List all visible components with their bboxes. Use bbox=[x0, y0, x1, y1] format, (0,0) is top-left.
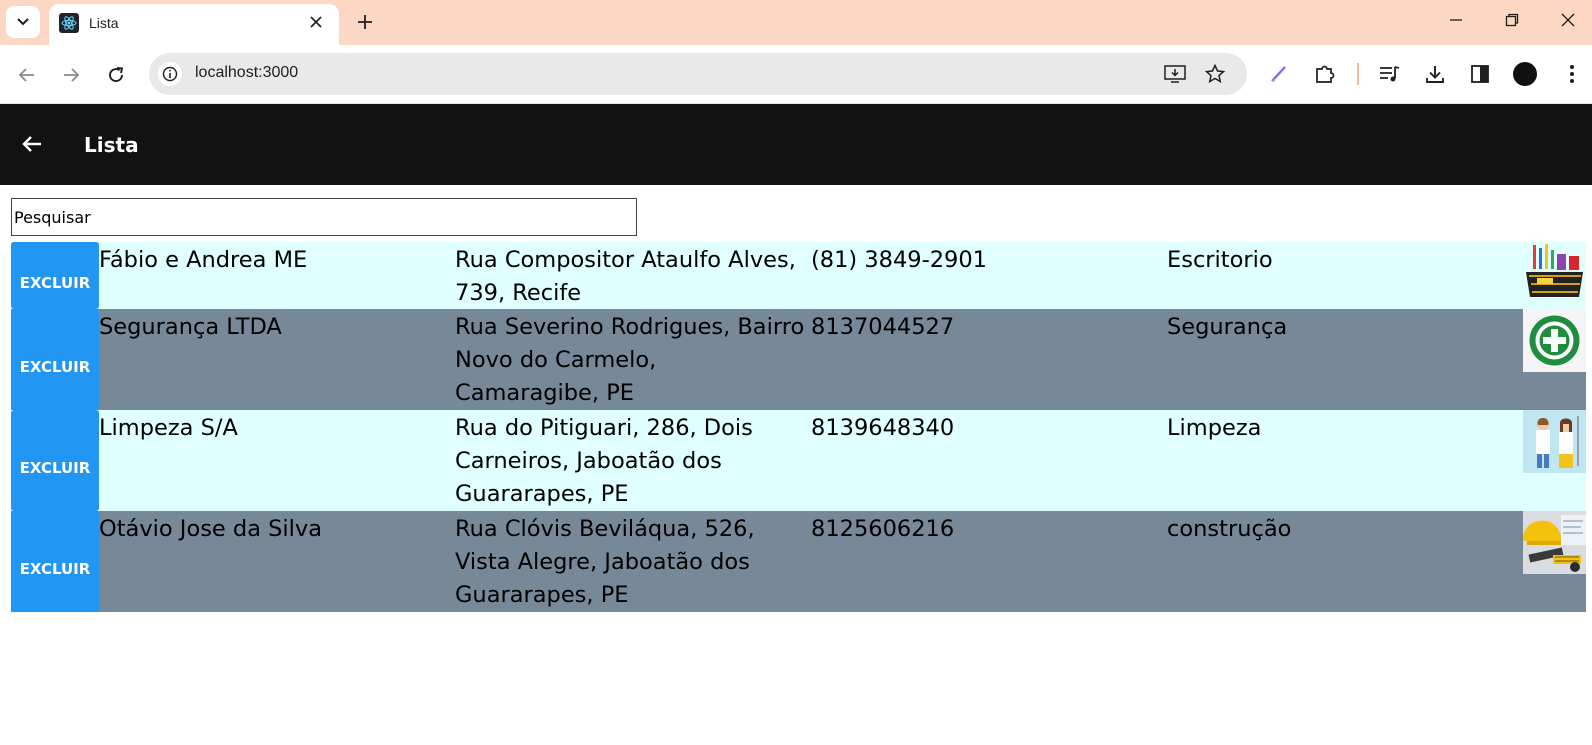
app-header: Lista bbox=[0, 104, 1592, 185]
forward-icon[interactable] bbox=[55, 59, 87, 91]
office-supplies-thumbnail bbox=[1523, 242, 1586, 305]
browser-toolbar: localhost:3000 bbox=[0, 45, 1592, 104]
tab-title: Lista bbox=[89, 15, 119, 31]
construction-tools-thumbnail bbox=[1523, 511, 1586, 574]
company-address: Rua Severino Rodrigues, Bairro Novo do C… bbox=[455, 314, 805, 406]
browser-tabstrip: Lista bbox=[0, 0, 1592, 45]
extensions-icon[interactable] bbox=[1311, 60, 1339, 88]
company-address: Rua do Pitiguari, 286, Dois Carneiros, J… bbox=[455, 415, 753, 507]
delete-button[interactable]: EXCLUIR bbox=[11, 410, 99, 511]
install-app-icon[interactable] bbox=[1163, 62, 1187, 86]
close-window-icon[interactable] bbox=[1552, 6, 1584, 34]
company-image bbox=[1523, 511, 1586, 612]
company-category: Escritorio bbox=[1167, 247, 1273, 273]
list-row: EXCLUIR Otávio Jose da Silva Rua Clóvis … bbox=[11, 511, 1586, 612]
company-name: Limpeza S/A bbox=[99, 415, 238, 441]
safety-cross-thumbnail bbox=[1523, 309, 1586, 372]
star-icon[interactable] bbox=[1203, 62, 1227, 86]
pen-icon[interactable] bbox=[1265, 60, 1293, 88]
company-image bbox=[1523, 410, 1586, 511]
company-address: Rua Clóvis Beviláqua, 526, Vista Alegre,… bbox=[455, 516, 755, 608]
company-name: Fábio e Andrea ME bbox=[99, 247, 308, 273]
tab-search-button[interactable] bbox=[6, 6, 40, 38]
kebab-menu-icon[interactable] bbox=[1558, 60, 1586, 88]
download-icon[interactable] bbox=[1421, 60, 1449, 88]
reload-icon[interactable] bbox=[100, 59, 132, 91]
browser-tab[interactable]: Lista bbox=[49, 4, 339, 45]
list-row: EXCLUIR Segurança LTDA Rua Severino Rodr… bbox=[11, 309, 1586, 410]
company-category: Segurança bbox=[1167, 314, 1288, 340]
company-phone: (81) 3849-2901 bbox=[811, 247, 987, 273]
minimize-icon[interactable] bbox=[1440, 6, 1472, 34]
close-icon[interactable] bbox=[305, 11, 327, 33]
company-phone: 8137044527 bbox=[811, 314, 955, 340]
restore-icon[interactable] bbox=[1496, 6, 1528, 34]
profile-avatar[interactable] bbox=[1513, 62, 1537, 86]
chevron-down-icon bbox=[17, 18, 29, 26]
company-name: Otávio Jose da Silva bbox=[99, 516, 323, 542]
company-list: EXCLUIR Fábio e Andrea ME Rua Compositor… bbox=[11, 242, 1586, 612]
company-image bbox=[1523, 242, 1586, 309]
back-icon[interactable] bbox=[11, 59, 43, 91]
media-icon[interactable] bbox=[1376, 60, 1404, 88]
delete-button[interactable]: EXCLUIR bbox=[11, 511, 99, 612]
sidebar-icon[interactable] bbox=[1466, 60, 1494, 88]
delete-button[interactable]: EXCLUIR bbox=[11, 309, 99, 410]
list-row: EXCLUIR Fábio e Andrea ME Rua Compositor… bbox=[11, 242, 1586, 309]
arrow-left-icon[interactable] bbox=[16, 128, 48, 160]
cleaning-staff-thumbnail bbox=[1523, 410, 1586, 473]
company-phone: 8139648340 bbox=[811, 415, 955, 441]
search-input[interactable] bbox=[11, 198, 637, 236]
company-category: Limpeza bbox=[1167, 415, 1262, 441]
plus-icon[interactable] bbox=[352, 9, 378, 35]
page-title: Lista bbox=[84, 133, 139, 157]
url-text: localhost:3000 bbox=[195, 64, 299, 81]
react-icon bbox=[59, 13, 79, 33]
company-address: Rua Compositor Ataulfo Alves, 739, Recif… bbox=[455, 247, 796, 306]
delete-button[interactable]: EXCLUIR bbox=[11, 242, 99, 309]
company-name: Segurança LTDA bbox=[99, 314, 282, 340]
toolbar-separator bbox=[1357, 63, 1359, 85]
company-category: construção bbox=[1167, 516, 1292, 542]
info-icon[interactable] bbox=[158, 62, 182, 86]
company-phone: 8125606216 bbox=[811, 516, 955, 542]
company-image bbox=[1523, 309, 1586, 410]
address-bar[interactable]: localhost:3000 bbox=[149, 53, 1247, 95]
list-row: EXCLUIR Limpeza S/A Rua do Pitiguari, 28… bbox=[11, 410, 1586, 511]
